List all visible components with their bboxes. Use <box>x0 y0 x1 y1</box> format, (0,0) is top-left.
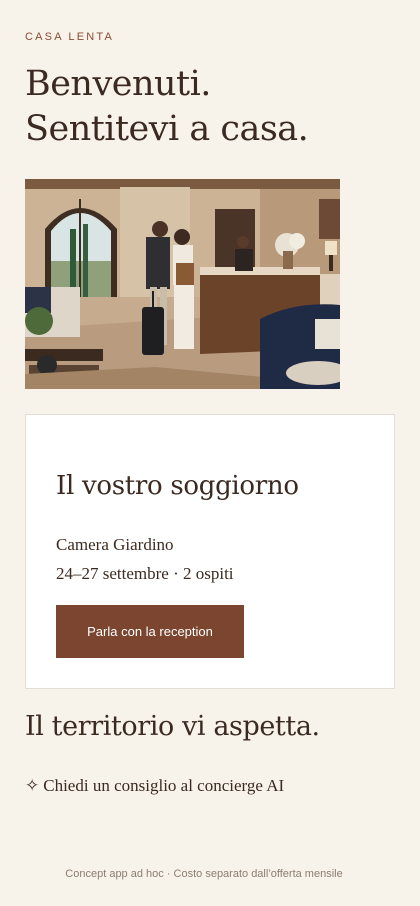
footer-note: Concept app ad hoc · Costo separato dall… <box>65 868 343 880</box>
stay-dates: 24–27 settembre · 2 ospiti <box>56 564 234 583</box>
hero-title: Benvenuti. Sentitevi a casa. <box>25 62 405 152</box>
room-name: Camera Giardino <box>56 535 174 554</box>
sparkle-icon: ✧ <box>25 776 40 795</box>
brand-name: CASA LENTA <box>25 31 115 43</box>
hero-title-line-2: Sentitevi a casa. <box>25 109 309 149</box>
territory-title: Il territorio vi aspetta. <box>25 711 320 742</box>
concierge-label: Chiedi un consiglio al concierge AI <box>43 776 285 795</box>
stay-title: Il vostro soggiorno <box>56 471 299 501</box>
hero-title-line-1: Benvenuti. <box>25 64 211 104</box>
contact-reception-button[interactable]: Parla con la reception <box>56 605 244 658</box>
hotel-lobby-photo <box>25 179 340 389</box>
ai-concierge-link[interactable]: ✧ Chiedi un consiglio al concierge AI <box>25 776 284 796</box>
stay-card: Il vostro soggiorno Camera Giardino 24–2… <box>25 414 395 689</box>
